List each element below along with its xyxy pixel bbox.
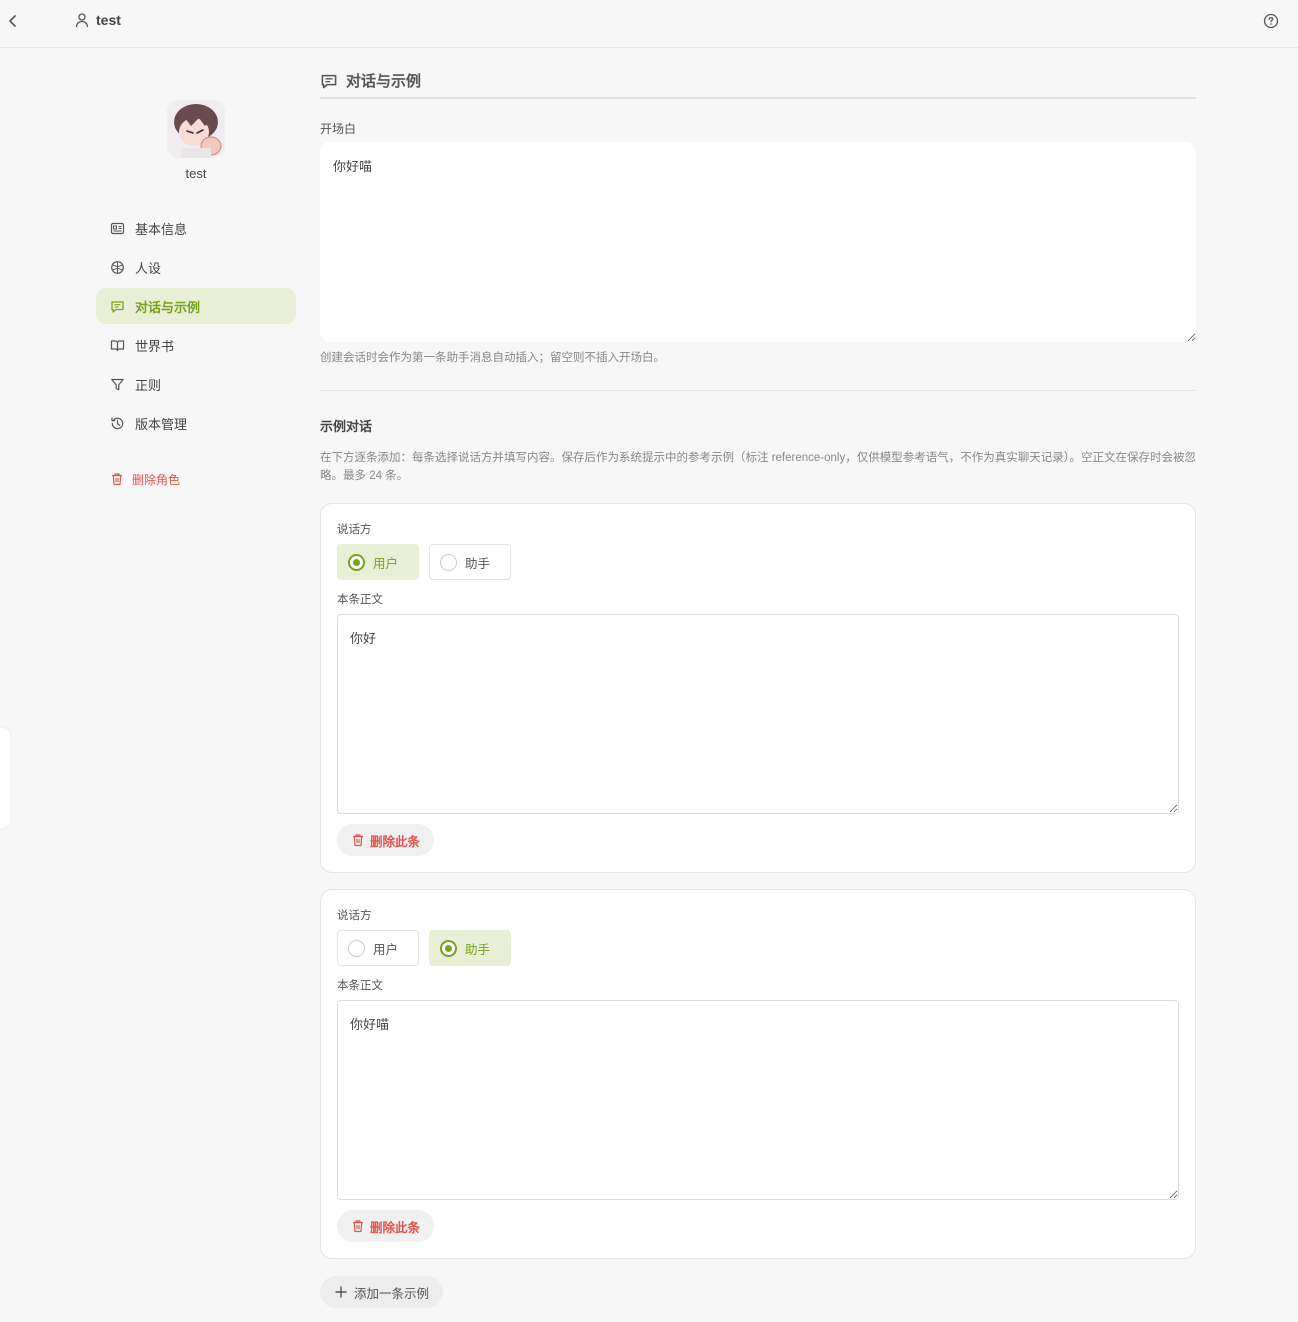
body-label: 本条正文	[337, 980, 383, 992]
trash-icon	[112, 473, 122, 486]
help-button[interactable]	[1262, 12, 1280, 30]
speaker-option-label: 用户	[373, 556, 399, 571]
sidebar-item-worldbook[interactable]: 世界书	[96, 327, 296, 363]
examples-title: 示例对话	[320, 419, 373, 434]
greeting-hint: 创建会话时会作为第一条助手消息自动插入；留空则不插入开场白。	[320, 352, 665, 364]
sidebar-item-regex[interactable]: 正则	[96, 366, 296, 402]
radio-indicator	[440, 553, 457, 571]
sidebar-item-versions[interactable]: 版本管理	[96, 405, 296, 441]
speaker-option-label: 助手	[465, 556, 491, 571]
trash-icon	[353, 834, 363, 847]
example-card: 说话方 用户 助手 本条正文 你好 删除此条	[320, 503, 1196, 873]
back-button[interactable]	[4, 12, 22, 30]
filter-icon	[111, 378, 124, 390]
speaker-option-label: 助手	[465, 942, 491, 957]
sidebar-nav: 基本信息 人设 对话与示例 世界书 正则 版本管理	[96, 210, 296, 444]
greeting-input[interactable]: 你好喵	[320, 142, 1196, 342]
speaker-option-assistant[interactable]: 助手	[429, 544, 511, 580]
plus-icon	[335, 1286, 347, 1298]
speaker-option-user[interactable]: 用户	[337, 544, 419, 580]
delete-character-label: 删除角色	[132, 472, 181, 487]
id-card-icon	[110, 222, 125, 234]
section-title-rule	[320, 97, 1196, 99]
message-square-icon	[111, 300, 124, 313]
radio-indicator	[348, 553, 365, 571]
delete-entry-label: 删除此条	[370, 1220, 421, 1235]
side-drawer-tab[interactable]	[0, 728, 10, 828]
body-label: 本条正文	[337, 594, 383, 606]
top-user: test	[74, 12, 121, 28]
sidebar-item-dialogue[interactable]: 对话与示例	[96, 288, 296, 324]
speaker-option-assistant[interactable]: 助手	[429, 930, 511, 966]
user-icon	[75, 13, 89, 28]
delete-character-button[interactable]: 删除角色	[96, 461, 296, 497]
section-title: 对话与示例	[320, 70, 421, 91]
character-name: test	[185, 166, 207, 181]
trash-icon	[353, 1220, 363, 1233]
history-icon	[111, 416, 124, 429]
add-example-label: 添加一条示例	[354, 1286, 430, 1301]
greeting-label: 开场白	[320, 122, 357, 136]
example-body-input[interactable]: 你好喵	[337, 1000, 1179, 1200]
delete-entry-button[interactable]: 删除此条	[337, 824, 435, 856]
radio-indicator	[440, 939, 457, 957]
top-bar: test	[0, 0, 1298, 48]
speaker-label: 说话方	[337, 524, 372, 536]
message-square-icon	[321, 74, 337, 88]
book-open-icon	[110, 339, 125, 351]
speaker-label: 说话方	[337, 910, 372, 922]
sidebar-item-label: 正则	[135, 377, 162, 393]
sidebar-item-persona[interactable]: 人设	[96, 249, 296, 285]
sidebar-item-label: 基本信息	[135, 221, 188, 237]
divider	[320, 390, 1196, 391]
speaker-option-label: 用户	[373, 942, 399, 957]
section-title-text: 对话与示例	[346, 73, 422, 90]
sidebar-item-label: 世界书	[135, 338, 175, 354]
add-example-button[interactable]: 添加一条示例	[320, 1276, 444, 1308]
example-card: 说话方 用户 助手 本条正文 你好喵 删除此条	[320, 889, 1196, 1259]
help-circle-icon	[1263, 13, 1279, 29]
page-title: test	[96, 12, 121, 28]
brain-icon	[111, 260, 124, 274]
chevron-left-icon	[9, 15, 16, 27]
sidebar-item-label: 人设	[135, 260, 162, 276]
delete-entry-label: 删除此条	[370, 834, 421, 849]
example-body-input[interactable]: 你好	[337, 614, 1179, 814]
examples-description: 在下方逐条添加：每条选择说话方并填写内容。保存后作为系统提示中的参考示例（标注 …	[320, 452, 1196, 482]
radio-indicator	[348, 939, 365, 957]
sidebar-item-label: 对话与示例	[135, 299, 201, 315]
avatar	[167, 100, 225, 158]
sidebar-item-basic-info[interactable]: 基本信息	[96, 210, 296, 246]
sidebar-item-label: 版本管理	[135, 416, 188, 432]
speaker-option-user[interactable]: 用户	[337, 930, 419, 966]
delete-entry-button[interactable]: 删除此条	[337, 1210, 435, 1242]
